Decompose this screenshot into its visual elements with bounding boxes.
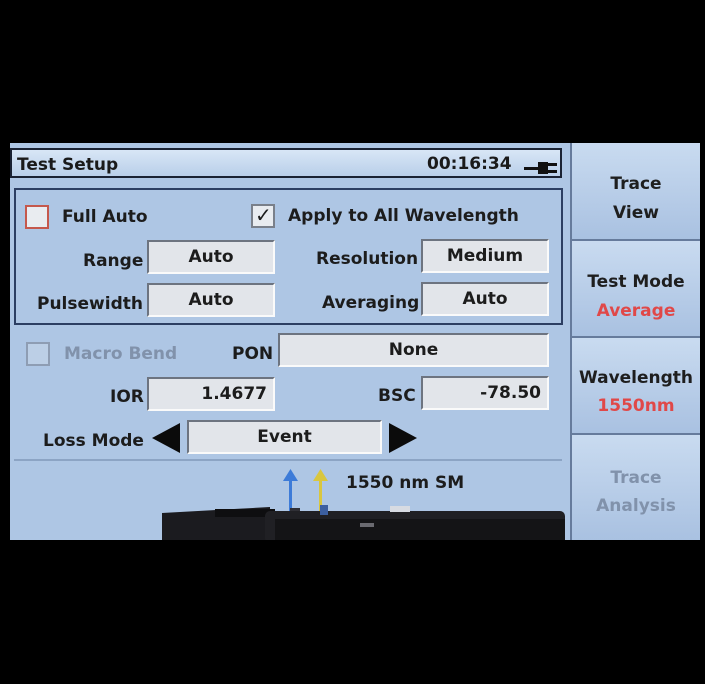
check-icon: ✓	[255, 203, 272, 227]
range-label: Range	[83, 251, 144, 271]
divider	[14, 459, 562, 461]
ior-label: IOR	[110, 387, 144, 407]
ior-field[interactable]: 1.4677	[147, 377, 275, 411]
loss-mode-field[interactable]: Event	[187, 420, 382, 454]
pulsewidth-field[interactable]: Auto	[147, 283, 275, 317]
title-bar: Test Setup 00:16:34	[10, 148, 562, 178]
device-image	[162, 505, 565, 540]
bsc-field[interactable]: -78.50	[421, 376, 549, 410]
clock: 00:16:34	[427, 154, 512, 174]
averaging-field[interactable]: Auto	[421, 282, 549, 316]
full-auto-label: Full Auto	[62, 207, 148, 227]
trace-view-label-2: View	[613, 203, 659, 223]
test-mode-value: Average	[596, 301, 676, 321]
averaging-label: Averaging	[322, 293, 420, 313]
trace-analysis-button[interactable]: Trace Analysis	[570, 435, 700, 540]
trace-view-label: Trace	[610, 174, 662, 194]
full-auto-checkbox[interactable]	[25, 205, 49, 229]
test-mode-label: Test Mode	[587, 272, 685, 292]
page-title: Test Setup	[17, 155, 119, 175]
resolution-field[interactable]: Medium	[421, 239, 549, 273]
wavelength-label: Wavelength	[578, 368, 694, 388]
pulsewidth-label: Pulsewidth	[37, 294, 143, 314]
apply-all-label: Apply to All Wavelength	[288, 206, 519, 226]
bsc-label: BSC	[378, 386, 416, 406]
loss-mode-prev-arrow-icon[interactable]	[152, 423, 180, 453]
device-screen: Test Setup 00:16:34 Full Auto ✓ Apply to…	[10, 143, 700, 540]
trace-analysis-label: Trace	[610, 468, 662, 488]
test-mode-button[interactable]: Test Mode Average	[570, 241, 700, 338]
macro-bend-label: Macro Bend	[64, 344, 178, 364]
trace-view-button[interactable]: Trace View	[570, 143, 700, 241]
pon-field[interactable]: None	[278, 333, 549, 367]
wavelength-value: 1550nm	[597, 396, 675, 416]
power-plug-icon	[524, 162, 557, 174]
loss-mode-next-arrow-icon[interactable]	[389, 423, 417, 453]
range-field[interactable]: Auto	[147, 240, 275, 274]
macro-bend-checkbox[interactable]	[26, 342, 50, 366]
resolution-label: Resolution	[316, 249, 419, 269]
trace-analysis-label-2: Analysis	[596, 496, 676, 516]
wavelength-button[interactable]: Wavelength 1550nm	[570, 338, 700, 435]
pon-label: PON	[232, 344, 274, 364]
apply-all-checkbox[interactable]: ✓	[251, 203, 275, 228]
loss-mode-label: Loss Mode	[43, 431, 144, 451]
